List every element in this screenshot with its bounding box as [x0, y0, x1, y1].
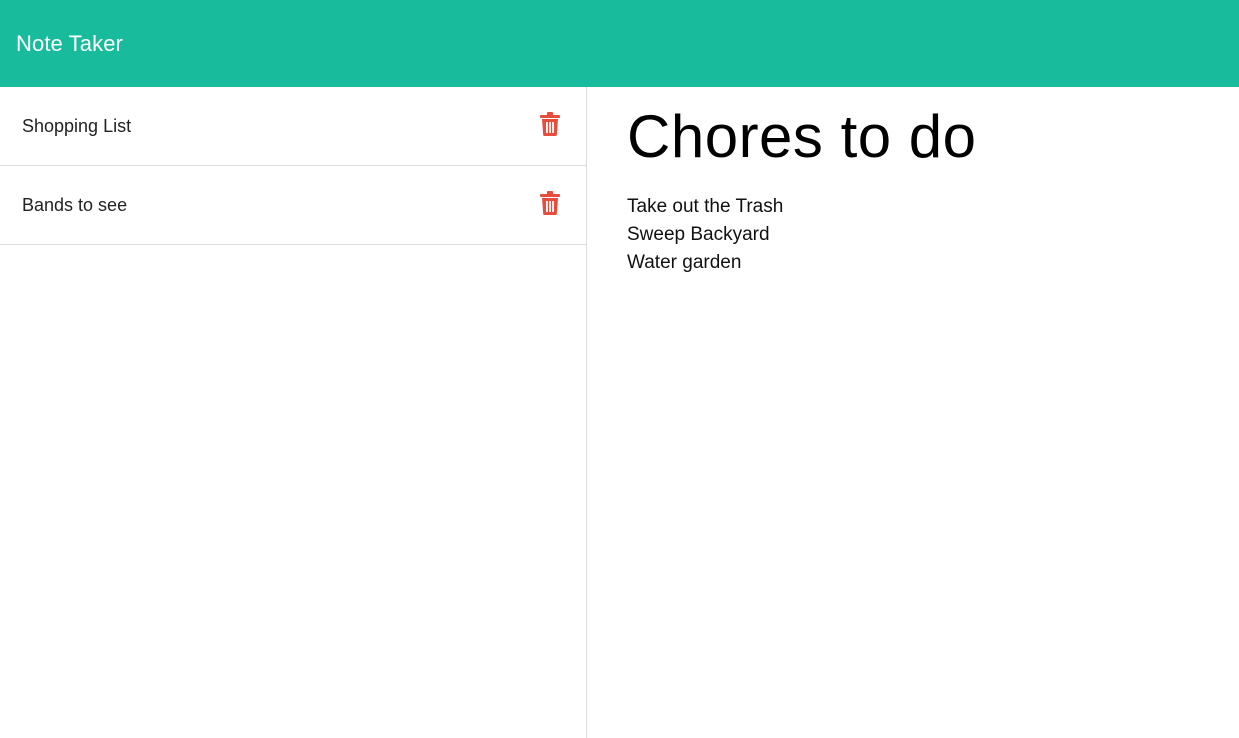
note-list-item[interactable]: Shopping List: [0, 87, 586, 166]
note-line: Take out the Trash: [627, 196, 784, 217]
notes-sidebar: Shopping List Bands to see: [0, 87, 587, 738]
note-line: Water garden: [627, 252, 742, 273]
navbar: Note Taker: [0, 0, 1239, 87]
app-brand-link[interactable]: Note Taker: [16, 31, 123, 57]
note-line: Sweep Backyard: [627, 224, 770, 245]
trash-icon[interactable]: [540, 191, 560, 215]
note-title: Chores to do: [627, 103, 977, 170]
note-list-item-title[interactable]: Bands to see: [22, 195, 127, 216]
note-body: Take out the Trash Sweep Backyard Water …: [627, 193, 1239, 277]
note-view: Chores to do Take out the Trash Sweep Ba…: [587, 87, 1239, 738]
note-list-item[interactable]: Bands to see: [0, 166, 586, 245]
trash-icon[interactable]: [540, 112, 560, 136]
note-list-item-title[interactable]: Shopping List: [22, 116, 131, 137]
